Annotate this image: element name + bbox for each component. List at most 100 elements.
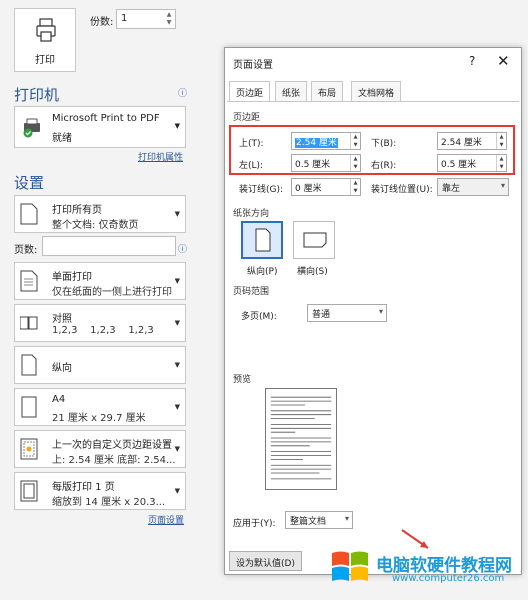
preview-page bbox=[265, 388, 337, 490]
option-line2: 缩放到 14 厘米 x 20.3... bbox=[52, 497, 166, 508]
right-margin-input[interactable]: 0.5 厘米 ▲ ▼ bbox=[437, 154, 507, 172]
option-line1: 上一次的自定义页边距设置 bbox=[52, 440, 172, 451]
print-button-label: 打印 bbox=[35, 55, 55, 66]
gutter-position-value: 靠左 bbox=[442, 184, 461, 194]
preview-group-label: 预览 bbox=[233, 375, 252, 385]
portrait-icon bbox=[21, 354, 37, 376]
chevron-down-icon: ▼ bbox=[174, 361, 180, 369]
spinner-icon[interactable]: ▲ ▼ bbox=[350, 179, 360, 195]
option-line2: 仅在纸面的一侧上进行打印 bbox=[52, 287, 172, 298]
bottom-margin-input[interactable]: 2.54 厘米 ▲ ▼ bbox=[437, 132, 507, 150]
option-line1: 打印所有页 bbox=[52, 205, 102, 216]
page-range-group-label: 页码范围 bbox=[233, 287, 270, 297]
printer-ready-icon bbox=[23, 118, 40, 138]
spinner-icon[interactable]: ▲ ▼ bbox=[496, 133, 506, 149]
print-range-select[interactable]: 打印所有页 整个文档: 仅奇数页 ▼ bbox=[14, 195, 186, 233]
gutter-value: 0 厘米 bbox=[295, 184, 322, 194]
top-margin-label: 上(T): bbox=[239, 139, 264, 149]
page-setup-link[interactable]: 页面设置 bbox=[148, 513, 184, 526]
duplex-select[interactable]: 单面打印 仅在纸面的一侧上进行打印 ▼ bbox=[14, 262, 186, 300]
gutter-label: 装订线(G): bbox=[239, 185, 284, 195]
option-line2: 整个文档: 仅奇数页 bbox=[52, 220, 139, 231]
print-pane: 打印 份数: 1 ▲ ▼ 打印机 ⓘ Microsoft Print to PDF… bbox=[0, 0, 200, 600]
settings-section-title: 设置 bbox=[14, 174, 45, 192]
landscape-page-icon bbox=[303, 232, 327, 248]
apply-to-select[interactable]: 整篇文档 ▾ bbox=[285, 511, 353, 529]
pages-label: 页数: bbox=[14, 245, 38, 256]
collate-select[interactable]: 对照 1,2,3 1,2,3 1,2,3 ▼ bbox=[14, 304, 186, 342]
pages-input[interactable] bbox=[42, 236, 176, 256]
margins-group-label: 页边距 bbox=[233, 113, 261, 123]
chevron-down-icon: ▾ bbox=[344, 514, 349, 523]
chevron-down-icon: ▼ bbox=[174, 445, 180, 453]
close-icon[interactable]: ✕ bbox=[497, 52, 510, 70]
option-line1: 对照 bbox=[52, 314, 72, 325]
document-icon bbox=[20, 203, 38, 225]
portrait-page-icon bbox=[255, 228, 271, 252]
gutter-input[interactable]: 0 厘米 ▲ ▼ bbox=[291, 178, 361, 196]
copies-input[interactable]: 1 ▲ ▼ bbox=[116, 9, 176, 29]
apply-to-value: 整篇文档 bbox=[290, 517, 327, 527]
tab-layout[interactable]: 布局 bbox=[311, 81, 344, 101]
chevron-down-icon: ▼ bbox=[174, 487, 180, 495]
collate-icon bbox=[20, 316, 38, 330]
set-as-default-button[interactable]: 设为默认值(D) bbox=[229, 551, 302, 571]
apply-to-label: 应用于(Y): bbox=[233, 519, 276, 529]
multiple-pages-label: 多页(M): bbox=[241, 312, 277, 322]
bottom-margin-value: 2.54 厘米 bbox=[441, 138, 482, 148]
copies-value: 1 bbox=[121, 13, 128, 24]
chevron-down-icon: ▼ bbox=[174, 319, 180, 327]
chevron-down-icon: ▾ bbox=[378, 307, 383, 316]
print-button[interactable]: 打印 bbox=[14, 8, 76, 72]
windows-logo-icon bbox=[332, 551, 368, 581]
printer-status: 就绪 bbox=[52, 133, 72, 144]
info-icon[interactable]: ⓘ bbox=[178, 86, 187, 99]
option-line2: 1,2,3 1,2,3 1,2,3 bbox=[52, 325, 154, 336]
bottom-margin-label: 下(B): bbox=[371, 139, 397, 149]
copies-spinner[interactable]: ▲ ▼ bbox=[165, 11, 173, 27]
spinner-icon[interactable]: ▲ ▼ bbox=[496, 155, 506, 171]
pages-per-sheet-select[interactable]: 每版打印 1 页 缩放到 14 厘米 x 20.3... ▼ bbox=[14, 472, 186, 510]
printer-section-title: 打印机 bbox=[14, 86, 60, 104]
orientation-group-label: 纸张方向 bbox=[233, 209, 270, 219]
option-line2: 上: 2.54 厘米 底部: 2.54... bbox=[52, 455, 176, 466]
chevron-down-icon: ▾ bbox=[500, 181, 505, 190]
margins-select[interactable]: 上一次的自定义页边距设置 上: 2.54 厘米 底部: 2.54... ▼ bbox=[14, 430, 186, 468]
paper-size-icon bbox=[21, 396, 37, 418]
right-margin-label: 右(R): bbox=[371, 161, 397, 171]
page-setup-dialog: 页面设置 ? ✕ 页边距 纸张 布局 文档网格 页边距 上(T): 2.54 厘… bbox=[224, 47, 522, 575]
copies-label: 份数: bbox=[90, 17, 114, 28]
left-margin-input[interactable]: 0.5 厘米 ▲ ▼ bbox=[291, 154, 361, 172]
printer-name: Microsoft Print to PDF bbox=[52, 113, 160, 124]
printer-select[interactable]: Microsoft Print to PDF 就绪 ▼ bbox=[14, 106, 186, 148]
info-icon[interactable]: ⓘ bbox=[178, 242, 187, 255]
top-margin-input[interactable]: 2.54 厘米 ▲ ▼ bbox=[291, 132, 361, 150]
top-margin-value: 2.54 厘米 bbox=[295, 138, 338, 148]
tab-document-grid[interactable]: 文档网格 bbox=[351, 81, 402, 101]
tab-paper[interactable]: 纸张 bbox=[275, 81, 308, 101]
chevron-down-icon: ▼ bbox=[174, 277, 180, 285]
left-margin-label: 左(L): bbox=[239, 161, 264, 171]
multiple-pages-value: 普通 bbox=[312, 310, 331, 320]
chevron-down-icon: ▼ bbox=[174, 210, 180, 218]
portrait-option[interactable] bbox=[241, 221, 283, 259]
spinner-icon[interactable]: ▲ ▼ bbox=[350, 133, 360, 149]
paper-size-select[interactable]: A4 21 厘米 x 29.7 厘米 ▼ bbox=[14, 388, 186, 426]
option-line1: 每版打印 1 页 bbox=[52, 482, 115, 493]
printer-properties-link[interactable]: 打印机属性 bbox=[138, 150, 183, 163]
option-line1: 纵向 bbox=[52, 363, 72, 374]
single-sided-icon bbox=[20, 270, 38, 292]
tab-margins[interactable]: 页边距 bbox=[229, 81, 271, 102]
gutter-position-label: 装订线位置(U): bbox=[371, 185, 433, 195]
gutter-position-select[interactable]: 靠左 ▾ bbox=[437, 178, 509, 196]
custom-margins-icon bbox=[20, 438, 38, 460]
landscape-label[interactable]: 横向(S) bbox=[297, 264, 328, 277]
orientation-select[interactable]: 纵向 ▼ bbox=[14, 346, 186, 384]
help-icon[interactable]: ? bbox=[469, 54, 475, 68]
portrait-label[interactable]: 纵向(P) bbox=[247, 264, 277, 277]
dialog-title: 页面设置 bbox=[233, 60, 273, 71]
multiple-pages-select[interactable]: 普通 ▾ bbox=[307, 304, 387, 322]
landscape-option[interactable] bbox=[293, 221, 335, 259]
right-margin-value: 0.5 厘米 bbox=[441, 160, 477, 170]
spinner-icon[interactable]: ▲ ▼ bbox=[350, 155, 360, 171]
